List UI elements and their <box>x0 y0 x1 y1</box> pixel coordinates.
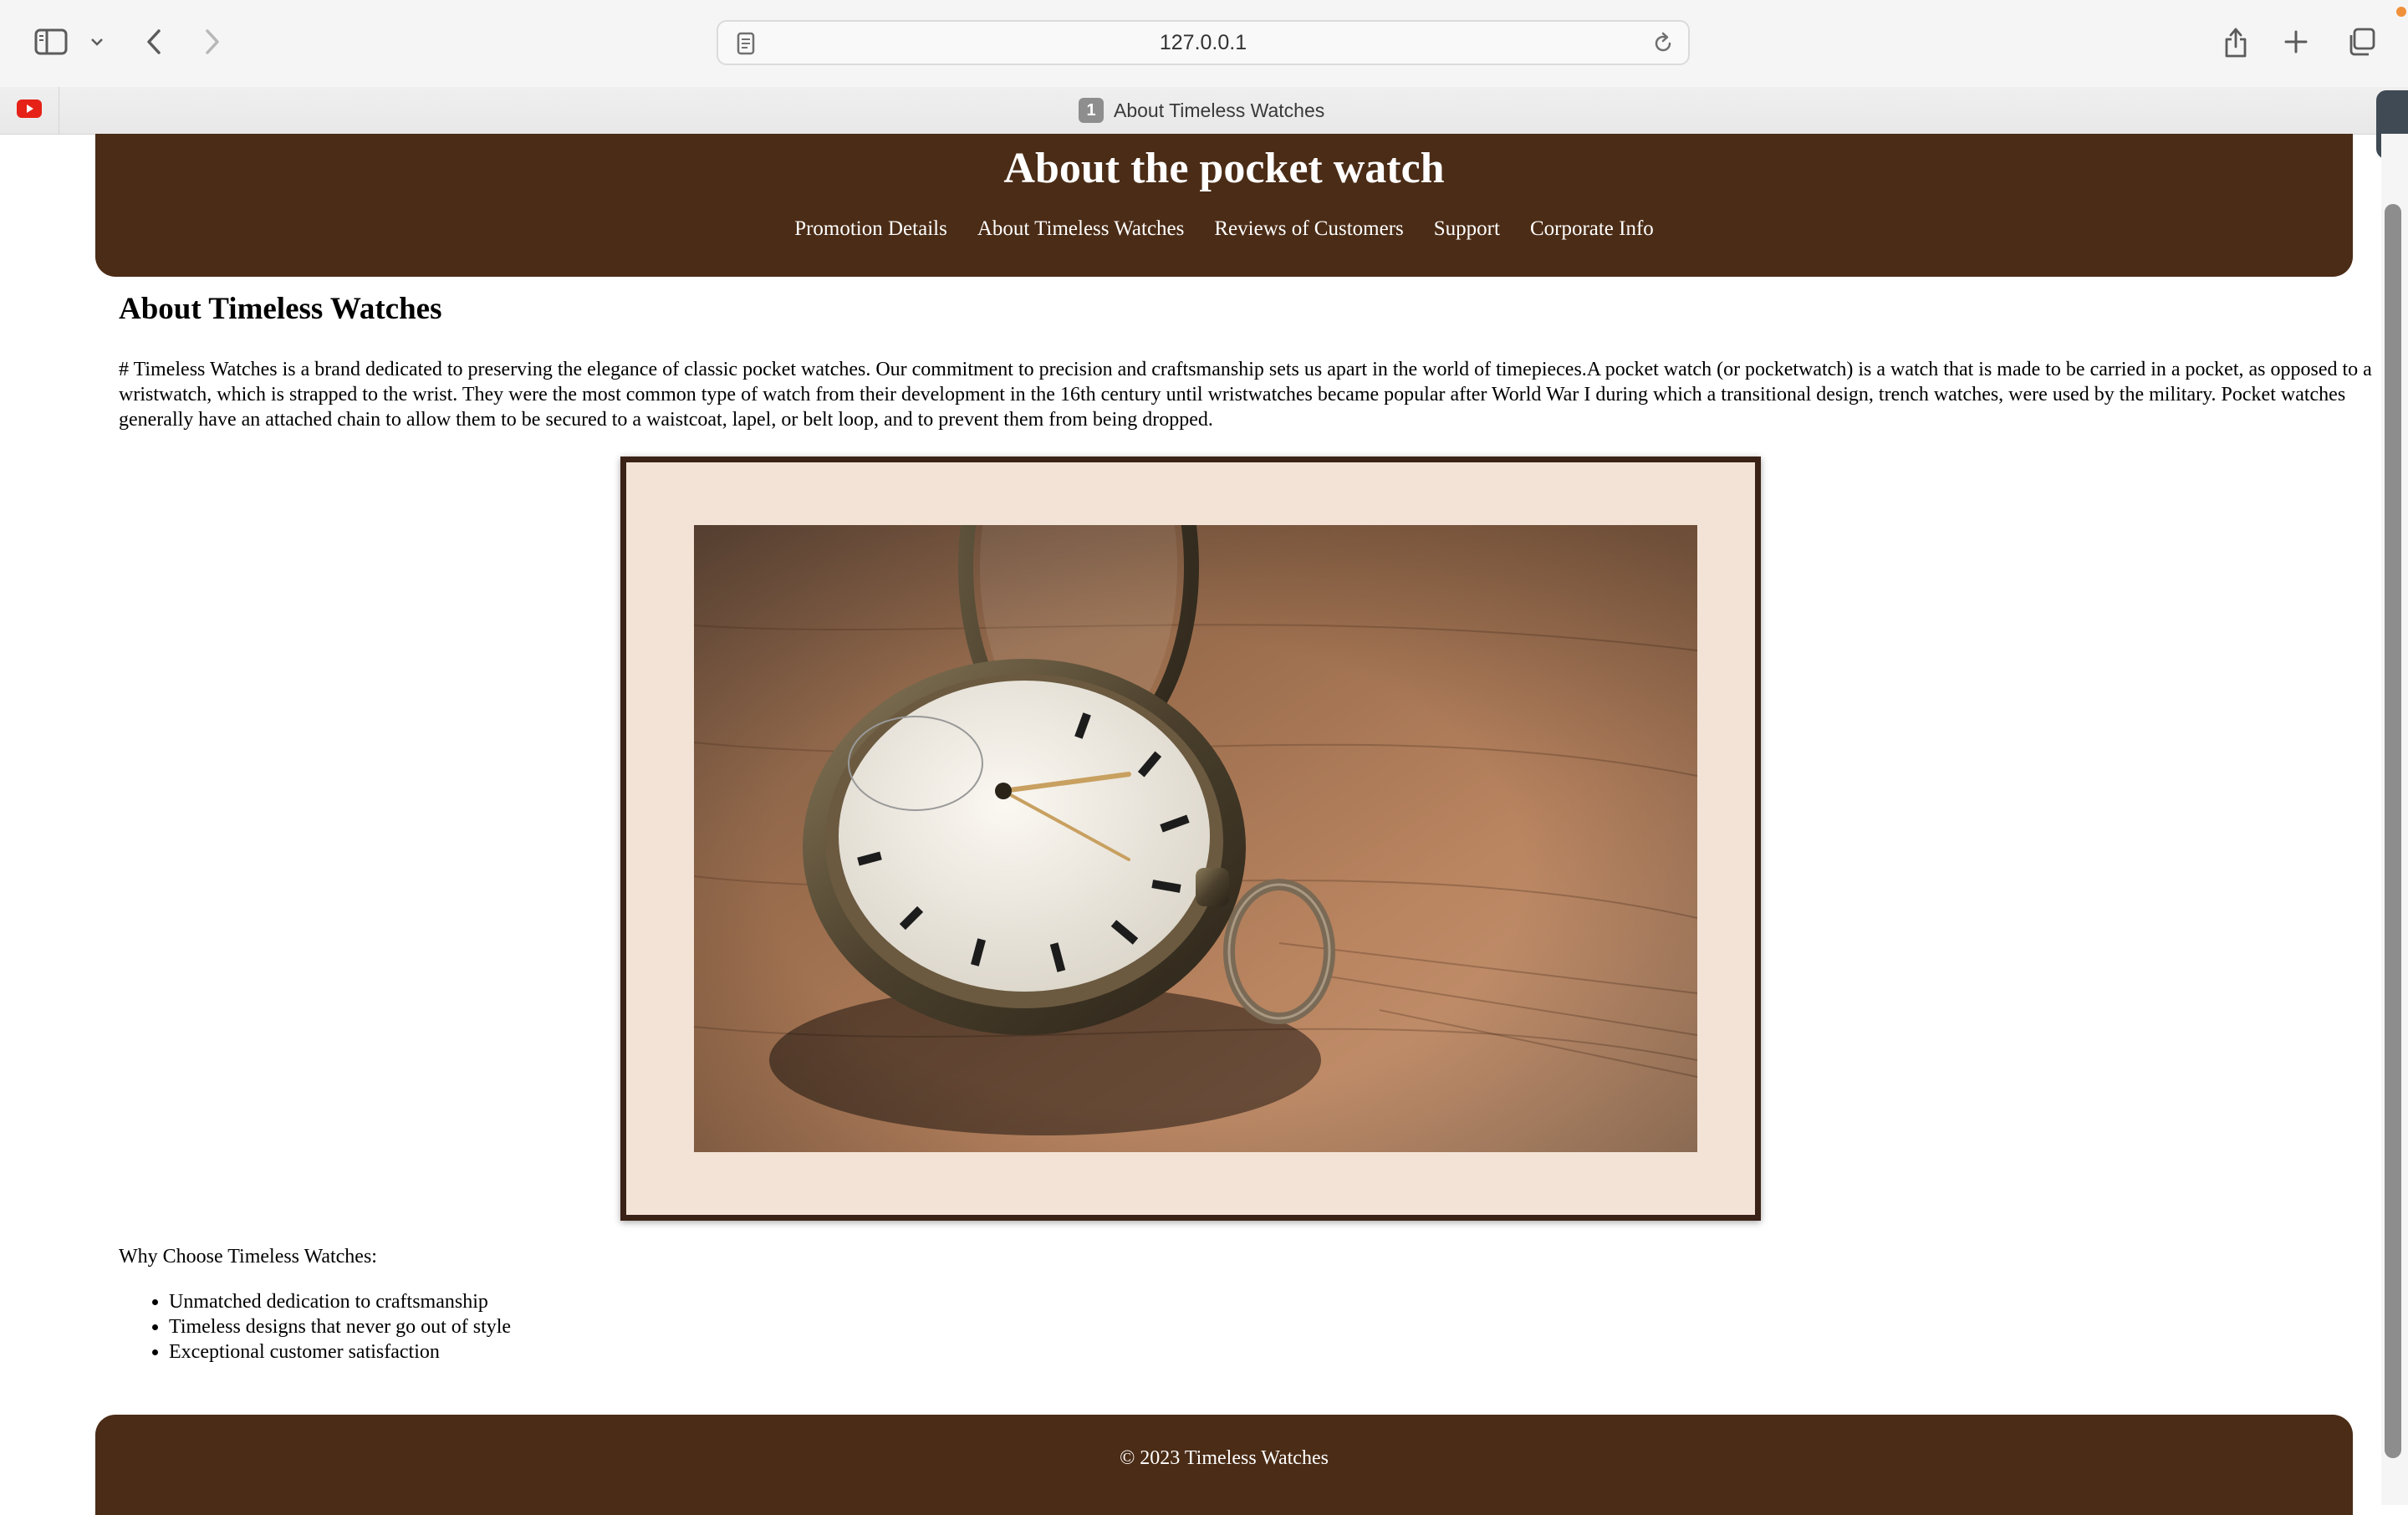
reload-icon[interactable] <box>1651 32 1675 59</box>
why-choose-title: Why Choose Timeless Watches: <box>119 1246 377 1268</box>
tab-index-badge: 1 <box>1079 98 1104 123</box>
browser-toolbar: 127.0.0.1 <box>0 0 2408 87</box>
pocket-watch-photo <box>694 525 1697 1152</box>
chevron-down-icon[interactable] <box>87 32 107 52</box>
nav-support[interactable]: Support <box>1434 214 1500 244</box>
nav-about-timeless-watches[interactable]: About Timeless Watches <box>977 214 1185 244</box>
youtube-icon <box>17 99 42 122</box>
footer-copyright: © 2023 Timeless Watches <box>1120 1447 1329 1469</box>
tab-active[interactable]: 1 About Timeless Watches <box>1079 95 1324 125</box>
plus-icon[interactable] <box>2279 25 2313 59</box>
list-item: Exceptional customer satisfaction <box>169 1339 511 1365</box>
scrollbar-thumb[interactable] <box>2385 204 2401 1458</box>
site-header: About the pocket watch Promotion Details… <box>95 134 2353 277</box>
sidebar-icon[interactable] <box>32 25 70 59</box>
site-title: About the pocket watch <box>1003 145 1445 192</box>
web-page: About the pocket watch Promotion Details… <box>0 134 2381 1515</box>
forward-arrow-icon[interactable] <box>197 23 227 60</box>
main-nav: Promotion Details About Timeless Watches… <box>95 214 2353 244</box>
photo-frame <box>620 457 1761 1221</box>
list-item: Unmatched dedication to craftsmanship <box>169 1289 511 1314</box>
section-heading: About Timeless Watches <box>119 292 442 326</box>
why-choose-list: Unmatched dedication to craftsmanship Ti… <box>119 1289 511 1365</box>
nav-reviews-of-customers[interactable]: Reviews of Customers <box>1214 214 1403 244</box>
intro-paragraph: # Timeless Watches is a brand dedicated … <box>119 359 2372 431</box>
site-footer: © 2023 Timeless Watches <box>95 1415 2353 1515</box>
nav-corporate-info[interactable]: Corporate Info <box>1530 214 1654 244</box>
list-item: Timeless designs that never go out of st… <box>169 1314 511 1339</box>
tab-title: About Timeless Watches <box>1114 99 1325 121</box>
share-icon[interactable] <box>2219 23 2252 60</box>
back-arrow-icon[interactable] <box>139 23 169 60</box>
notification-dot <box>2396 7 2406 17</box>
address-bar[interactable]: 127.0.0.1 <box>717 20 1690 65</box>
url-text: 127.0.0.1 <box>1159 31 1247 54</box>
tabs-overview-icon[interactable] <box>2343 25 2380 59</box>
nav-promotion-details[interactable]: Promotion Details <box>794 214 947 244</box>
tab-pinned-youtube[interactable] <box>0 87 59 134</box>
